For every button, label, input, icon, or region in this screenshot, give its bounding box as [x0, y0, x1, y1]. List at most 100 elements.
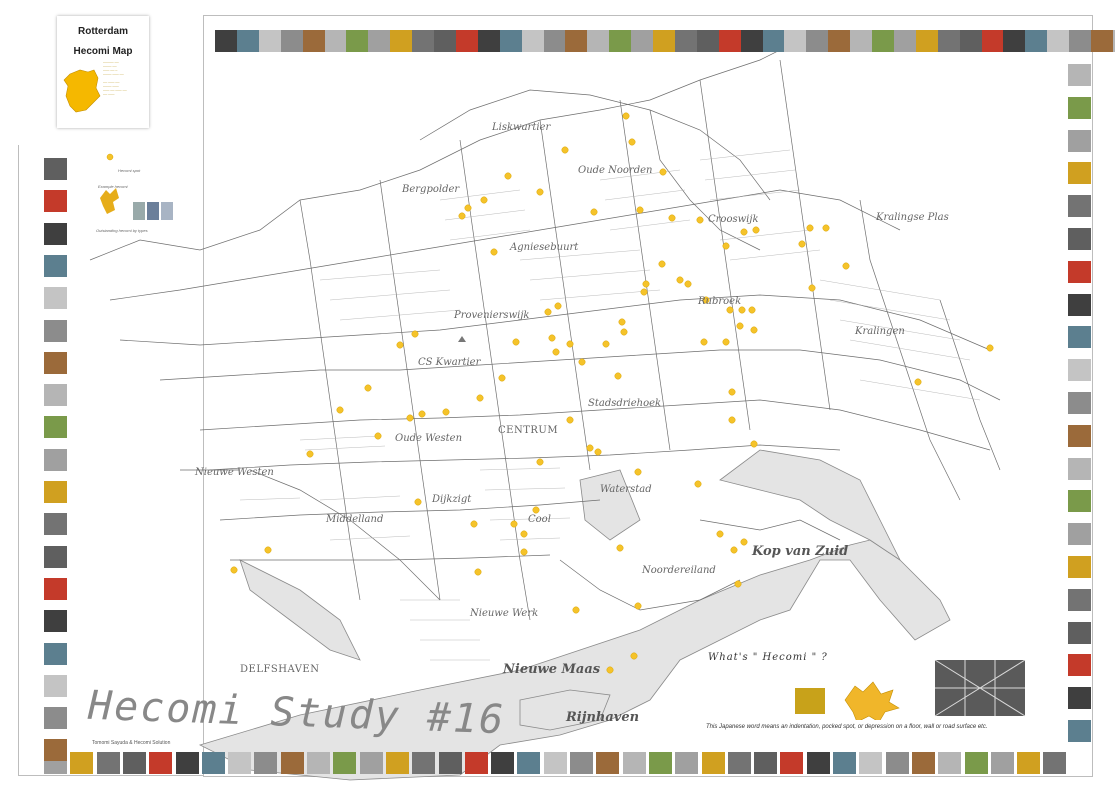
hecomi-photo-thumbnail [517, 752, 541, 774]
hecomi-photo-thumbnail [1068, 392, 1091, 414]
hecomi-photo-thumbnail [44, 351, 67, 374]
hecomi-photo-thumbnail [701, 752, 725, 774]
hecomi-photo-thumbnail [1003, 30, 1027, 52]
hecomi-spot [914, 378, 922, 386]
hecomi-photo-thumbnail [622, 752, 646, 774]
hecomi-photo-thumbnail [1068, 326, 1091, 349]
hecomi-spot [536, 458, 544, 466]
hecomi-photo-thumbnail [1069, 30, 1093, 52]
hecomi-photo-thumbnail [674, 30, 698, 52]
hecomi-photo-thumbnail [44, 448, 67, 471]
hecomi-spot [726, 306, 734, 314]
hecomi-spot [842, 262, 850, 270]
hecomi-spot [716, 530, 724, 538]
hecomi-spot [520, 548, 528, 556]
hecomi-photo-thumbnail [385, 752, 409, 774]
hecomi-photo-thumbnail [740, 30, 764, 52]
hecomi-spot [406, 414, 414, 422]
hecomi-photo-thumbnail [565, 30, 589, 52]
hecomi-photo-thumbnail [1091, 30, 1114, 52]
hecomi-spot [476, 394, 484, 402]
hecomi-photo-thumbnail [718, 30, 742, 52]
hecomi-photo-thumbnail [1068, 195, 1091, 218]
hecomi-spot [548, 334, 556, 342]
hecomi-photo-thumbnail [1068, 260, 1091, 283]
hecomi-spot [480, 196, 488, 204]
hecomi-photo-thumbnail [70, 752, 94, 774]
hecomi-spot [722, 338, 730, 346]
hecomi-spot [490, 248, 498, 256]
hecomi-photo-thumbnail [44, 610, 67, 633]
hecomi-photo-thumbnail [464, 752, 488, 774]
hecomi-spot [750, 326, 758, 334]
hecomi-photo-thumbnail [596, 752, 620, 774]
hecomi-photo-thumbnail [850, 30, 874, 52]
map-legend: Hecomi spot Example hecomi Outstanding h… [88, 150, 178, 234]
hecomi-photo-thumbnail [806, 30, 830, 52]
hecomi-spot [458, 212, 466, 220]
hecomi-shape-icon [844, 681, 900, 720]
hecomi-photo-thumbnail [44, 577, 67, 600]
hecomi-photo-thumbnail [346, 30, 370, 52]
hecomi-photo-thumbnail [44, 707, 67, 730]
hecomi-photo-thumbnail [438, 752, 462, 774]
hecomi-spot [636, 206, 644, 214]
hecomi-spot [634, 468, 642, 476]
hecomi-spot [510, 520, 518, 528]
hecomi-photo-thumbnail [44, 287, 67, 310]
hecomi-photo-thumbnail [1068, 621, 1091, 644]
hecomi-spot [512, 338, 520, 346]
hecomi-spot [590, 208, 598, 216]
hecomi-spot [532, 506, 540, 514]
hecomi-photo-thumbnail [521, 30, 545, 52]
hecomi-spot [230, 566, 238, 574]
hecomi-photo-thumbnail [302, 30, 326, 52]
legend-spot-label: Hecomi spot [118, 168, 141, 173]
hecomi-photo-thumbnail [1047, 30, 1071, 52]
hecomi-spot [728, 416, 736, 424]
hecomi-definition: This Japanese word means an indentation,… [706, 724, 988, 730]
hecomi-photo-thumbnail [228, 752, 252, 774]
district-label: Provenierswijk [454, 310, 530, 321]
hecomi-spot [306, 450, 314, 458]
hecomi-spot [620, 328, 628, 336]
hecomi-photo-thumbnail [236, 30, 260, 52]
hecomi-photo-thumbnail [648, 752, 672, 774]
hecomi-photo-thumbnail [44, 158, 67, 180]
hecomi-photo-thumbnail [149, 752, 173, 774]
hecomi-photo-thumbnail [780, 752, 804, 774]
hecomi-photo-thumbnail [911, 752, 935, 774]
hecomi-spot [740, 538, 748, 546]
water-label: Rijnhaven [566, 710, 640, 725]
district-label: Liskwartier [492, 122, 551, 133]
hecomi-photo-thumbnail [44, 739, 67, 762]
hecomi-photo-thumbnail [499, 30, 523, 52]
hecomi-spot [418, 410, 426, 418]
title-line-1: Rotterdam [77, 26, 128, 37]
hecomi-photo-thumbnail [1068, 556, 1091, 578]
hecomi-photo-thumbnail [631, 30, 655, 52]
legend-photo-1 [133, 202, 145, 220]
credit-line: Tomomi Sayuda & Hecomi Solution [92, 740, 171, 746]
legend-sample-hecomi-icon [100, 188, 119, 214]
hecomi-photo-thumbnail [570, 752, 593, 774]
hecomi-spot [618, 318, 626, 326]
district-label: Kralingse Plas [876, 212, 949, 223]
hecomi-spot [614, 372, 622, 380]
hecomi-explainer-graphics [795, 660, 1026, 720]
hecomi-spot [578, 358, 586, 366]
hecomi-photo-thumbnail [609, 30, 633, 52]
hecomi-photo-thumbnail [215, 30, 238, 52]
location-pin-icon [458, 336, 466, 342]
district-label: Nieuwe Werk [470, 608, 539, 619]
hecomi-photo-thumbnail [675, 752, 699, 774]
hecomi-photo-thumbnail [1017, 752, 1041, 774]
hecomi-photo-thumbnail [44, 481, 67, 503]
district-label: Kralingen [855, 326, 905, 337]
hecomi-photo-thumbnail [938, 752, 962, 774]
hecomi-spot [748, 306, 756, 314]
hecomi-spot [822, 224, 830, 232]
water-label: Nieuwe Maas [503, 662, 601, 677]
hecomi-photo-thumbnail [1068, 162, 1091, 185]
hecomi-spot [696, 216, 704, 224]
